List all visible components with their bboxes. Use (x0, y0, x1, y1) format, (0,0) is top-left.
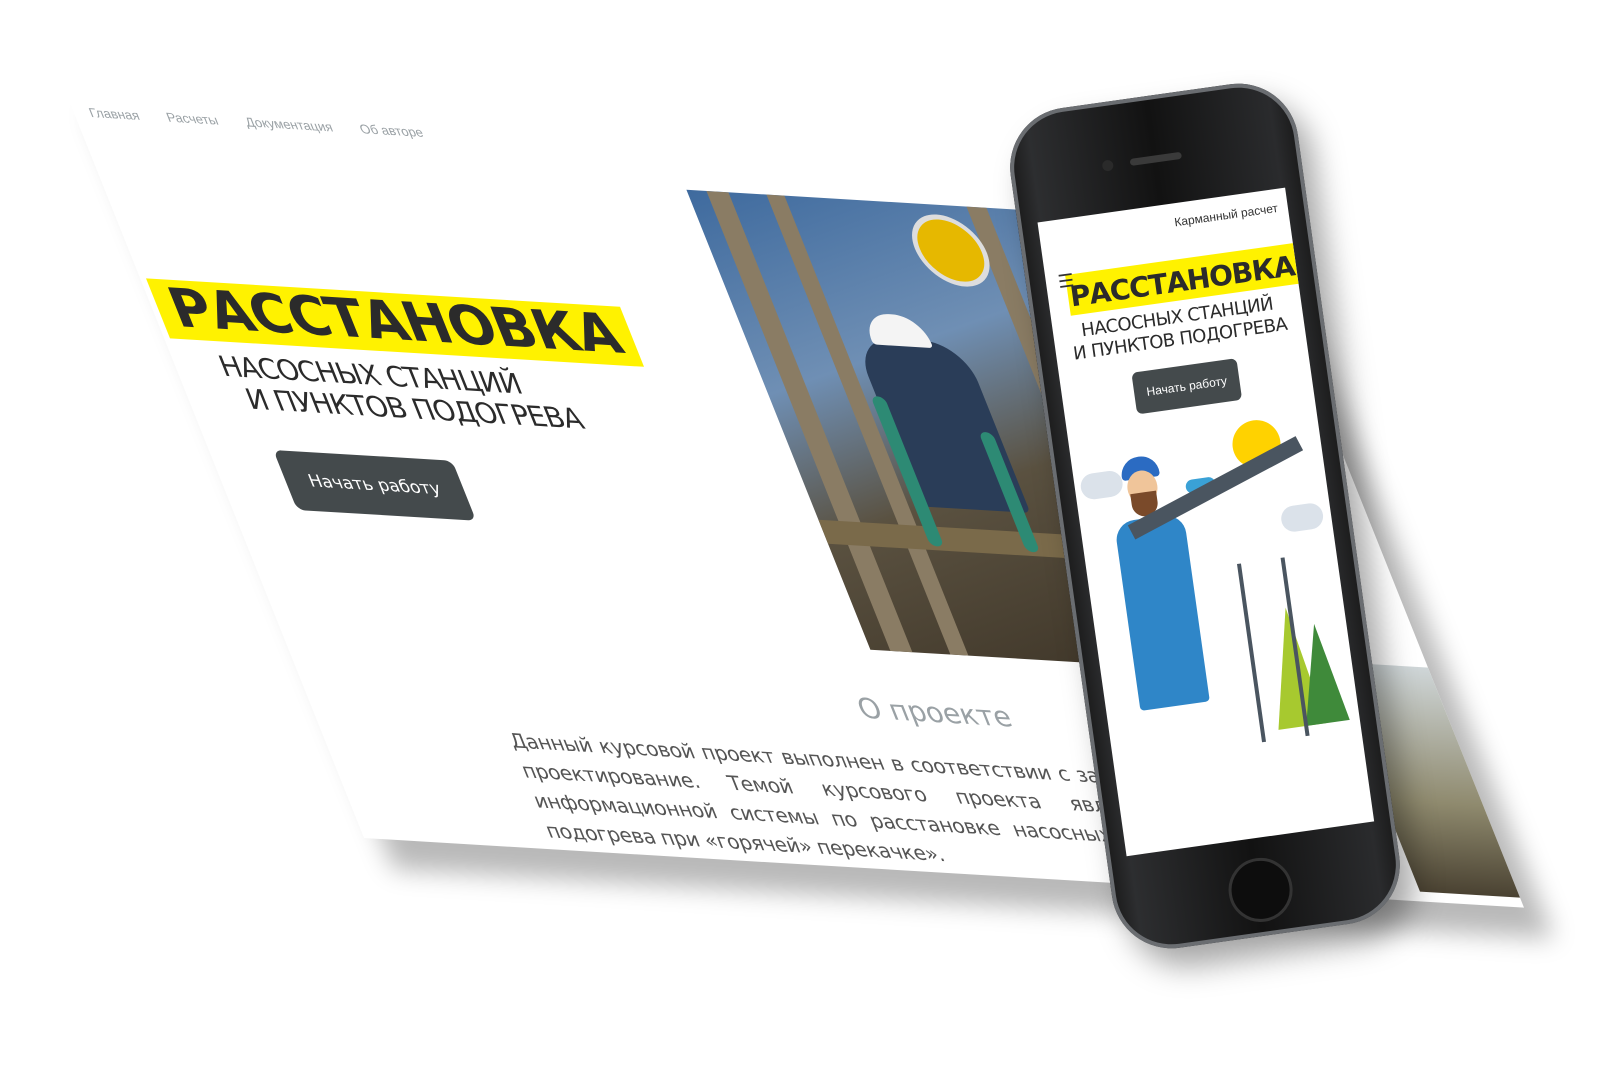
nav-about-author[interactable]: Об авторе (357, 121, 426, 140)
oil-worker-illustration (1068, 402, 1361, 764)
mobile-hero: РАССТАНОВКА НАСОСНЫХ СТАНЦИЙ И ПУНКТОВ П… (1045, 243, 1313, 425)
about-title: О проекте (852, 691, 1018, 734)
mobile-brand[interactable]: Карманный расчет (1173, 201, 1278, 229)
nav-documentation[interactable]: Документация (243, 114, 336, 134)
hamburger-menu-icon[interactable]: ☰ (1057, 270, 1076, 293)
nav-home[interactable]: Главная (86, 105, 141, 123)
desktop-hero: РАССТАНОВКА НАСОСНЫХ СТАНЦИЙ И ПУНКТОВ П… (146, 276, 712, 535)
desktop-nav: Главная Расчеты Документация Об авторе (86, 105, 425, 140)
nav-calculations[interactable]: Расчеты (164, 110, 221, 128)
start-work-button[interactable]: Начать работу (273, 450, 477, 522)
mobile-start-work-button[interactable]: Начать работу (1131, 358, 1242, 415)
